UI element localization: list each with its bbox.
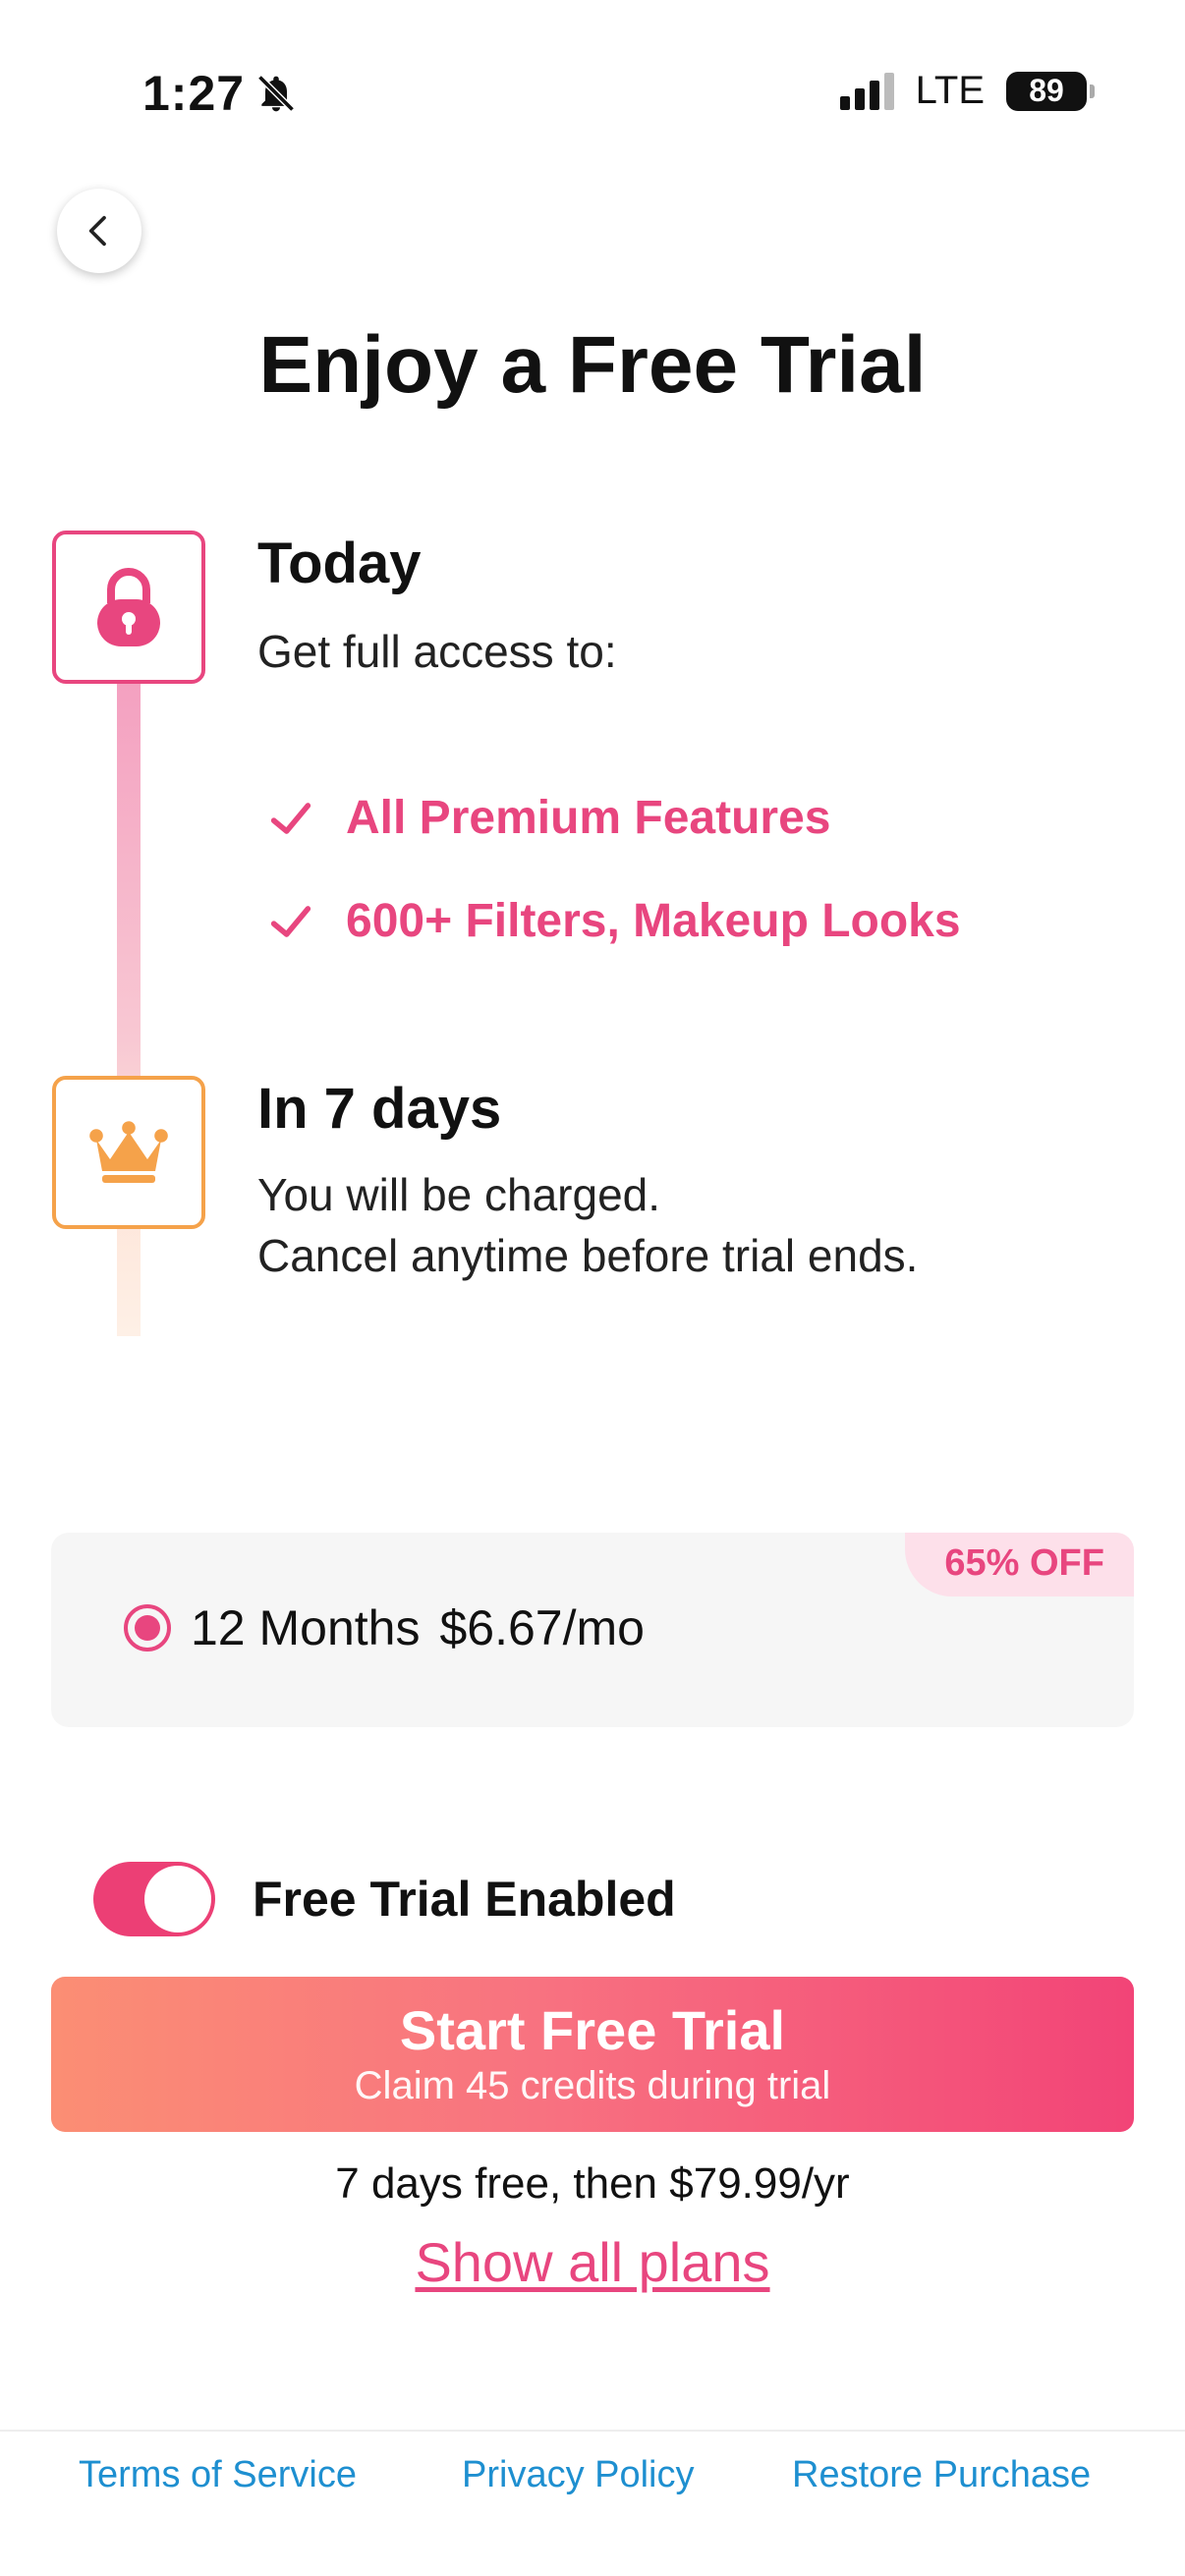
time-text: 1:27 [142,66,246,121]
free-trial-toggle-row: Free Trial Enabled [93,1862,676,1936]
plan-name: 12 Months [191,1600,421,1655]
check-icon [270,905,311,937]
plan-option-12-months[interactable]: 65% OFF 12 Months $6.67/mo [51,1533,1134,1727]
paywall-screen: 1:27 LTE 89 Enjoy a Free Trial Today Get… [0,0,1185,2576]
charge-title: In 7 days [257,1077,502,1141]
signal-icon [839,72,894,110]
cta-label: Start Free Trial [399,1999,786,2061]
charge-line-1: You will be charged. [257,1169,661,1220]
cta-sublabel: Claim 45 credits during trial [354,2064,831,2107]
today-step-badge [52,531,205,684]
start-free-trial-button[interactable]: Start Free Trial Claim 45 credits during… [51,1977,1134,2132]
feature-label: All Premium Features [346,792,831,844]
feature-item: 600+ Filters, Makeup Looks [265,894,961,948]
free-trial-label: Free Trial Enabled [253,1872,676,1927]
status-bar-time: 1:27 [142,65,298,122]
today-title: Today [257,532,422,595]
plan-row: 12 Months $6.67/mo [124,1599,645,1656]
feature-label: 600+ Filters, Makeup Looks [346,895,961,947]
price-note: 7 days free, then $79.99/yr [335,2159,850,2208]
back-button[interactable] [57,189,141,273]
chevron-left-icon [88,215,106,247]
plan-radio[interactable] [124,1604,171,1652]
free-trial-toggle[interactable] [93,1862,215,1936]
plan-price: $6.67/mo [439,1600,645,1655]
privacy-policy-link[interactable]: Privacy Policy [462,2454,695,2496]
terms-of-service-link[interactable]: Terms of Service [79,2454,357,2496]
network-label: LTE [915,69,985,112]
show-all-plans-link[interactable]: Show all plans [0,2230,1185,2294]
feature-item: All Premium Features [265,791,831,845]
footer-divider [0,2430,1185,2432]
restore-purchase-link[interactable]: Restore Purchase [792,2454,1091,2496]
page-title: Enjoy a Free Trial [258,320,927,410]
status-bar-right: LTE 89 [839,69,1095,113]
charge-step-badge [52,1076,205,1229]
discount-badge: 65% OFF [905,1533,1134,1596]
battery-level: 89 [1029,73,1064,108]
charge-line-2: Cancel anytime before trial ends. [257,1230,919,1281]
bell-slash-icon [257,75,295,112]
crown-icon [89,1121,168,1183]
today-subtitle: Get full access to: [257,626,617,677]
check-icon [270,802,311,834]
battery-icon: 89 [1006,71,1095,111]
lock-icon [97,568,160,646]
timeline-line [117,678,141,1336]
